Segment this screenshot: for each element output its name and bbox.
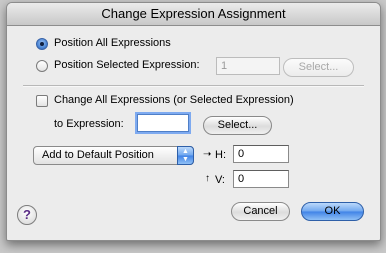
popup-arrows-icon: ▲ ▼: [177, 146, 194, 165]
position-all-label: Position All Expressions: [54, 37, 171, 49]
v-offset-field[interactable]: [233, 170, 289, 188]
h-label: H:: [215, 149, 226, 161]
position-mode-popup[interactable]: Add to Default Position ▲ ▼: [33, 146, 194, 165]
dialog-window: Change Expression Assignment Position Al…: [6, 2, 381, 241]
position-selected-radio[interactable]: [36, 60, 48, 72]
expression-select-button[interactable]: Select...: [203, 116, 272, 135]
position-selected-label: Position Selected Expression:: [54, 59, 200, 71]
ok-button[interactable]: OK: [301, 202, 364, 221]
to-expression-field[interactable]: [137, 114, 189, 132]
up-arrow-icon: ↑: [205, 173, 210, 184]
right-arrow-icon: ➝: [203, 149, 212, 160]
selected-expression-field[interactable]: [216, 57, 280, 75]
to-expression-label: to Expression:: [54, 118, 124, 130]
v-label: V:: [215, 174, 225, 186]
cancel-button[interactable]: Cancel: [231, 202, 290, 221]
separator: [23, 85, 364, 87]
title-bar[interactable]: Change Expression Assignment: [7, 3, 380, 26]
h-offset-field[interactable]: [233, 145, 289, 163]
position-mode-value: Add to Default Position: [42, 149, 154, 161]
help-button[interactable]: ?: [17, 205, 37, 225]
change-all-label: Change All Expressions (or Selected Expr…: [54, 94, 294, 106]
position-select-button[interactable]: Select...: [283, 58, 354, 77]
dialog-title: Change Expression Assignment: [101, 6, 286, 21]
change-all-checkbox[interactable]: [36, 95, 48, 107]
position-all-radio[interactable]: [36, 38, 48, 50]
